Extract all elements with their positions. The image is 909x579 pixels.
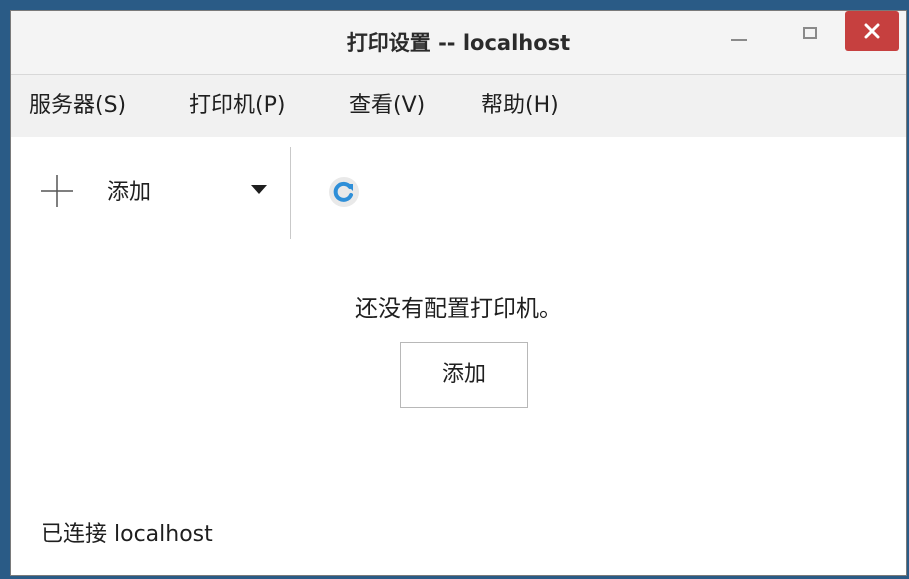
title-bar[interactable]: 打印设置 -- localhost xyxy=(11,11,906,75)
toolbar: 添加 xyxy=(11,137,906,247)
menu-server[interactable]: 服务器(S) xyxy=(29,75,126,137)
print-settings-window: 打印设置 -- localhost 服务器(S) 打印机(P) 查看(V) 帮助… xyxy=(10,10,907,576)
window-title: 打印设置 -- localhost xyxy=(346,31,571,55)
minimize-icon xyxy=(731,39,747,41)
toolbar-add-label: 添加 xyxy=(107,180,152,205)
close-button[interactable] xyxy=(845,11,899,51)
status-text: 已连接 localhost xyxy=(41,522,213,547)
add-printer-button[interactable]: 添加 xyxy=(400,342,528,408)
plus-icon xyxy=(41,175,73,207)
menu-bar: 服务器(S) 打印机(P) 查看(V) 帮助(H) xyxy=(11,75,906,137)
maximize-icon xyxy=(803,27,817,39)
refresh-icon xyxy=(329,177,359,207)
toolbar-add-button[interactable]: 添加 xyxy=(35,169,267,217)
minimize-button[interactable] xyxy=(719,17,759,51)
no-printers-message: 还没有配置打印机。 xyxy=(355,296,562,322)
close-icon xyxy=(864,23,880,39)
toolbar-separator xyxy=(290,147,291,239)
menu-view[interactable]: 查看(V) xyxy=(349,75,425,137)
dropdown-arrow-icon[interactable] xyxy=(251,185,267,194)
maximize-button[interactable] xyxy=(791,17,831,51)
refresh-button[interactable] xyxy=(327,175,361,209)
menu-help[interactable]: 帮助(H) xyxy=(481,75,559,137)
menu-printer[interactable]: 打印机(P) xyxy=(189,75,285,137)
